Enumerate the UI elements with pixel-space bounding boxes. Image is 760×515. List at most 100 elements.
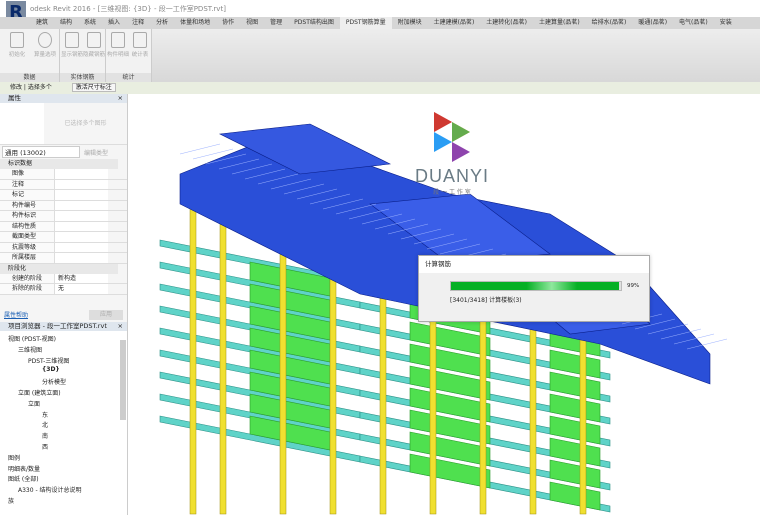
property-name: 截面类型: [0, 232, 54, 242]
tree-item[interactable]: 立面 (建筑立面): [18, 388, 61, 397]
tab[interactable]: 协作: [216, 17, 240, 29]
initialize-button[interactable]: 初始化: [6, 32, 28, 58]
tree-item[interactable]: 图例: [8, 453, 20, 462]
tree-item[interactable]: 明细表/数量: [8, 464, 40, 473]
title-bar: R odesk Revit 2016 - [三维视图: {3D} - 段一工作室…: [0, 0, 760, 27]
tab[interactable]: PDST钢筋算量: [339, 17, 392, 29]
property-value[interactable]: [54, 253, 108, 263]
button-label: 构件明细: [107, 52, 130, 58]
property-row: 注释: [0, 179, 127, 190]
edit-type-button[interactable]: 编辑类型: [84, 148, 108, 157]
property-value[interactable]: [54, 179, 108, 189]
tab[interactable]: 土建建模(品茗): [428, 17, 481, 29]
property-value[interactable]: 新构造: [54, 273, 108, 283]
property-row: 抗震等级: [0, 242, 127, 253]
tree-item[interactable]: 族: [8, 496, 14, 505]
progress-status: [3401/3418] 计算楼板(3): [450, 297, 522, 304]
tab[interactable]: 附加模块: [392, 17, 428, 29]
property-name: 构件编号: [0, 200, 54, 210]
close-icon[interactable]: ×: [118, 94, 123, 103]
tree-item[interactable]: 南: [42, 431, 48, 440]
tab[interactable]: 安装: [714, 17, 738, 29]
property-value[interactable]: [54, 242, 108, 252]
property-row: 构件标识: [0, 211, 127, 222]
button-label: 算量选项: [34, 52, 57, 58]
tab[interactable]: 分析: [150, 17, 174, 29]
tab[interactable]: 结构: [54, 17, 78, 29]
property-value[interactable]: [54, 200, 108, 210]
show-rebar-button[interactable]: 显示钢筋: [61, 32, 83, 58]
project-browser: 项目浏览器 - 段一工作室PDST.rvt × 视图 (PDST-视图) 三维视图 P…: [0, 322, 128, 515]
properties-header: 属性 ×: [0, 94, 127, 103]
tab[interactable]: 注释: [126, 17, 150, 29]
tab[interactable]: 视图: [240, 17, 264, 29]
tab[interactable]: PDST结构出图: [288, 17, 340, 29]
property-name: 抗震等级: [0, 242, 54, 252]
tree-item[interactable]: 西: [42, 442, 48, 451]
property-value[interactable]: [54, 169, 108, 179]
property-value[interactable]: [54, 232, 108, 242]
scrollbar[interactable]: [120, 340, 126, 420]
tree-item[interactable]: 立面: [28, 399, 40, 408]
component-detail-button[interactable]: 构件明细: [107, 32, 129, 58]
tree-item[interactable]: 分析模型: [42, 377, 66, 386]
button-label: 隐藏钢筋: [83, 52, 106, 58]
property-row: 所属楼层: [0, 253, 127, 264]
tab[interactable]: 建筑: [30, 17, 54, 29]
window-title: odesk Revit 2016 - [三维视图: {3D} - 段一工作室PD…: [30, 5, 226, 13]
tree-item[interactable]: A330 - 结构设计总说明: [18, 485, 82, 494]
tree-item[interactable]: 图纸 (全部): [8, 474, 39, 483]
tree-item[interactable]: 视图 (PDST-视图): [8, 334, 56, 343]
tab[interactable]: 土建转化(品茗): [480, 17, 533, 29]
tab[interactable]: 体量和场地: [174, 17, 216, 29]
panel-stats: 构件明细 统计表 统计: [106, 29, 152, 82]
close-icon[interactable]: ×: [118, 322, 123, 331]
properties-panel: 属性 × 已选择多个图形 通用 (13002) 编辑类型 标识数据 图像 注释 标记 构件…: [0, 94, 128, 322]
column: [189, 193, 197, 515]
hide-rebar-button[interactable]: 隐藏钢筋: [83, 32, 105, 58]
property-row: 图像: [0, 169, 127, 180]
tree-item[interactable]: 三维视图: [18, 345, 42, 354]
tab[interactable]: 土建算量(品茗): [533, 17, 586, 29]
statistics-table-button[interactable]: 统计表: [129, 32, 151, 58]
property-name: 创建的阶段: [0, 273, 54, 283]
property-group[interactable]: 标识数据: [0, 159, 118, 169]
button-label: 统计表: [131, 52, 149, 58]
property-row: 创建的阶段 新构造: [0, 273, 127, 284]
tab[interactable]: 管理: [264, 17, 288, 29]
activate-dimensions-button[interactable]: 激活尺寸标注: [71, 83, 116, 92]
tab[interactable]: 给排水(品茗): [586, 17, 633, 29]
tree-item[interactable]: 东: [42, 410, 48, 419]
property-group[interactable]: 阶段化: [0, 263, 118, 274]
tab[interactable]: 系统: [78, 17, 102, 29]
tab[interactable]: 暖通(品茗): [632, 17, 673, 29]
panel-title: 属性: [8, 94, 21, 102]
rebar-grid-icon: [87, 32, 101, 48]
tree-item[interactable]: 北: [42, 420, 48, 429]
property-name: 结构性质: [0, 221, 54, 231]
type-selector-dropdown[interactable]: 通用 (13002): [2, 146, 80, 158]
apply-button[interactable]: 应用: [89, 309, 123, 320]
tree-item[interactable]: {3D}: [42, 366, 60, 373]
column: [219, 203, 227, 515]
rebar-grid-icon: [65, 32, 79, 48]
properties-help-link[interactable]: 属性帮助: [4, 310, 28, 319]
property-value[interactable]: [54, 190, 108, 200]
quantity-options-button[interactable]: 算量选项: [34, 32, 56, 58]
tab[interactable]: 插入: [102, 17, 126, 29]
tree-item[interactable]: PDST-三维视图: [28, 356, 69, 365]
duanyi-logo-icon: [434, 112, 470, 162]
panel-label: 实体钢筋: [60, 73, 105, 82]
property-value[interactable]: [54, 211, 108, 221]
property-value[interactable]: [54, 221, 108, 231]
property-row: 构件编号: [0, 200, 127, 211]
properties-grid: 标识数据 图像 注释 标记 构件编号 构件标识 结构性质 截面类型 抗震等级 所属楼层 阶段化 创建的…: [0, 159, 127, 295]
property-value[interactable]: 无: [54, 284, 108, 294]
watermark-brand: DUANYI: [414, 166, 489, 186]
property-row: 标记: [0, 190, 127, 201]
type-preview[interactable]: 已选择多个图形: [0, 103, 127, 145]
panel-label: 数据: [0, 73, 59, 82]
gear-icon: [38, 32, 52, 48]
tab[interactable]: 电气(品茗): [673, 17, 714, 29]
column: [279, 213, 287, 515]
